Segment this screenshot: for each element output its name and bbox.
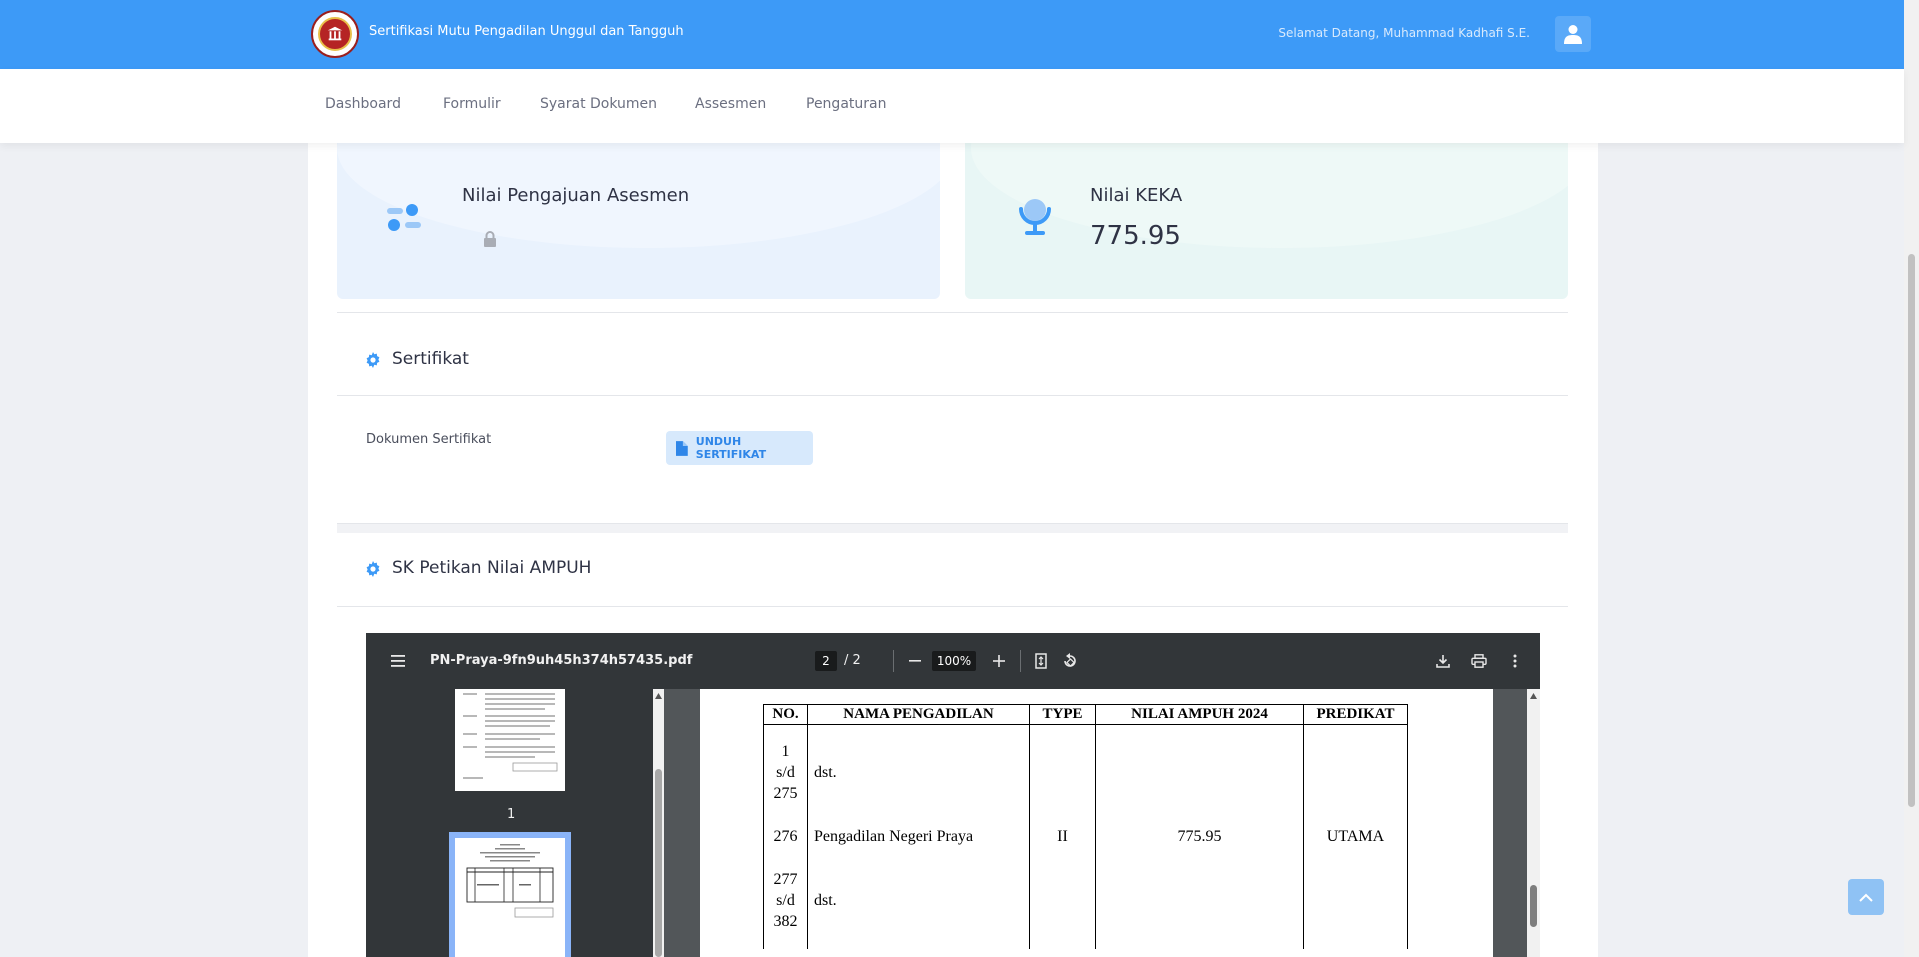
- table-cell-nama: dst.: [807, 852, 1030, 949]
- table-cell-nilai: [1095, 724, 1304, 821]
- rotate-icon[interactable]: [1058, 649, 1082, 673]
- toolbar-divider: [1020, 650, 1021, 672]
- zoom-out-icon[interactable]: [903, 649, 927, 673]
- table-header: NAMA PENGADILAN: [807, 704, 1030, 725]
- more-options-icon[interactable]: [1503, 649, 1527, 673]
- table-header: NO.: [763, 704, 808, 725]
- unduh-sertifikat-button[interactable]: UNDUH SERTIFIKAT: [666, 431, 813, 465]
- pdf-page: NO. NAMA PENGADILAN TYPE NILAI AMPUH 202…: [700, 689, 1493, 957]
- table-cell-no: 277 s/d 382: [763, 852, 808, 949]
- table-header: TYPE: [1029, 704, 1096, 725]
- nav-assesmen[interactable]: Assesmen: [695, 96, 766, 112]
- scrollbar-thumb[interactable]: [1530, 885, 1537, 927]
- table-cell-nama: dst.: [807, 724, 1030, 821]
- content-container: Nilai Pengajuan Asesmen Nilai KEKA 775.9…: [308, 143, 1598, 957]
- scrollbar-thumb[interactable]: [1908, 254, 1915, 807]
- menu-icon[interactable]: [386, 649, 410, 673]
- zoom-in-icon[interactable]: [987, 649, 1011, 673]
- table-cell-nilai: [1095, 852, 1304, 949]
- dokumen-sertifikat-label: Dokumen Sertifikat: [366, 432, 492, 447]
- page-scrollbar[interactable]: [1904, 0, 1919, 957]
- thumbnail-page-number: 1: [507, 807, 516, 822]
- pdf-viewer: PN-Praya-9fn9uh45h374h57435.pdf 2 / 2 10…: [366, 633, 1540, 957]
- zoom-level-input[interactable]: 100%: [932, 651, 976, 671]
- nav-pengaturan[interactable]: Pengaturan: [806, 96, 886, 112]
- gear-icon: [366, 352, 380, 368]
- table-cell-predikat: [1303, 852, 1408, 949]
- stat-value-keka: 775.95: [1090, 221, 1181, 251]
- chevron-up-icon: [1859, 893, 1873, 902]
- page-thumbnail-2[interactable]: [455, 838, 565, 957]
- stat-card-pengajuan: Nilai Pengajuan Asesmen: [337, 143, 940, 299]
- thumbnail-sidebar: 1: [366, 689, 664, 957]
- unduh-sertifikat-label: UNDUH SERTIFIKAT: [695, 435, 767, 461]
- gear-icon: [366, 561, 380, 577]
- thumbnail-scrollbar[interactable]: [653, 689, 664, 957]
- stat-label-keka: Nilai KEKA: [1090, 185, 1183, 206]
- nav-syarat-dokumen[interactable]: Syarat Dokumen: [540, 96, 657, 112]
- page-number-input[interactable]: 2: [815, 651, 837, 671]
- table-cell-nilai: 775.95: [1095, 820, 1304, 853]
- table-header: NILAI AMPUH 2024: [1095, 704, 1304, 725]
- file-icon: [676, 440, 688, 456]
- pdf-scrollbar[interactable]: [1527, 689, 1540, 957]
- pdf-filename: PN-Praya-9fn9uh45h374h57435.pdf: [430, 653, 693, 668]
- pdf-page-area: NO. NAMA PENGADILAN TYPE NILAI AMPUH 202…: [664, 689, 1540, 957]
- page-thumbnail-2-selected[interactable]: [449, 832, 571, 957]
- pdf-toolbar: PN-Praya-9fn9uh45h374h57435.pdf 2 / 2 10…: [366, 633, 1540, 689]
- list-dots-icon: [387, 204, 421, 231]
- toolbar-divider: [893, 650, 894, 672]
- card-decoration: [971, 143, 1568, 248]
- nilai-table: NO. NAMA PENGADILAN TYPE NILAI AMPUH 202…: [763, 704, 1408, 949]
- page-total: / 2: [844, 653, 861, 668]
- table-cell-predikat: [1303, 724, 1408, 821]
- panel-header-sertifikat: Sertifikat: [337, 326, 1568, 396]
- section-divider: [337, 523, 1568, 524]
- table-cell-type: [1029, 724, 1096, 821]
- panel-title-sk: SK Petikan Nilai AMPUH: [392, 558, 592, 578]
- download-icon[interactable]: [1431, 649, 1455, 673]
- table-cell-no: 1 s/d 275: [763, 724, 808, 821]
- nav-formulir[interactable]: Formulir: [443, 96, 501, 112]
- page-thumbnail-1[interactable]: [455, 689, 565, 791]
- court-logo[interactable]: [311, 10, 359, 58]
- scroll-up-arrow-icon[interactable]: [1530, 693, 1537, 699]
- scrollbar-thumb[interactable]: [655, 769, 662, 957]
- table-cell-predikat: UTAMA: [1303, 820, 1408, 853]
- table-cell-type: II: [1029, 820, 1096, 853]
- back-to-top-button[interactable]: [1848, 879, 1884, 915]
- lock-icon: [484, 231, 496, 247]
- welcome-text: Selamat Datang, Muhammad Kadhafi S.E.: [1278, 26, 1530, 40]
- table-row: 1 s/d 275 dst.: [763, 724, 1408, 821]
- table-cell-no: 276: [763, 820, 808, 853]
- main-nav: Dashboard Formulir Syarat Dokumen Assesm…: [0, 69, 1904, 143]
- panel-gap: [337, 523, 1568, 533]
- user-menu-button[interactable]: [1555, 16, 1591, 52]
- scroll-up-arrow-icon[interactable]: [655, 693, 662, 699]
- globe-stand-icon: [1019, 199, 1051, 235]
- user-icon: [1564, 25, 1582, 44]
- table-cell-type: [1029, 852, 1096, 949]
- section-divider: [337, 312, 1568, 313]
- table-cell-nama: Pengadilan Negeri Praya: [807, 820, 1030, 853]
- stat-label-pengajuan: Nilai Pengajuan Asesmen: [462, 185, 690, 206]
- print-icon[interactable]: [1467, 649, 1491, 673]
- panel-header-sk: SK Petikan Nilai AMPUH: [337, 535, 1568, 605]
- fit-page-icon[interactable]: [1029, 649, 1053, 673]
- panel-title-sertifikat: Sertifikat: [392, 349, 469, 369]
- nav-dashboard[interactable]: Dashboard: [325, 96, 401, 112]
- table-header: PREDIKAT: [1303, 704, 1408, 725]
- panel-divider: [337, 606, 1568, 607]
- top-bar: Sertifikasi Mutu Pengadilan Unggul dan T…: [0, 0, 1904, 69]
- court-emblem-icon: [318, 17, 352, 51]
- table-row: 276 Pengadilan Negeri Praya II 775.95 UT…: [763, 820, 1408, 853]
- stat-card-keka: Nilai KEKA 775.95: [965, 143, 1568, 299]
- table-row: 277 s/d 382 dst.: [763, 852, 1408, 949]
- panel-divider: [337, 395, 1568, 396]
- app-title: Sertifikasi Mutu Pengadilan Unggul dan T…: [369, 24, 684, 39]
